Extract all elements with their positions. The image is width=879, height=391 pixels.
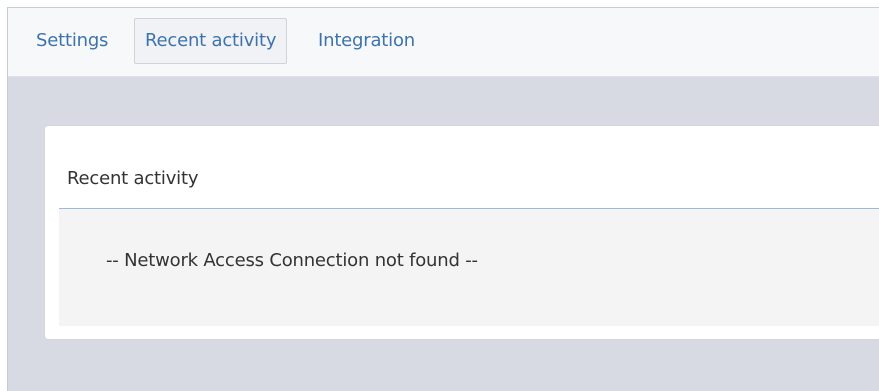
recent-activity-panel: Recent activity -- Network Access Connec… xyxy=(44,125,879,340)
tab-recent-activity[interactable]: Recent activity xyxy=(134,18,288,64)
empty-state-message: -- Network Access Connection not found -… xyxy=(106,250,478,271)
tab-settings[interactable]: Settings xyxy=(36,18,108,64)
panel-title: Recent activity xyxy=(67,168,199,189)
content-frame: Settings Recent activity Integration Rec… xyxy=(7,7,879,391)
tab-integration[interactable]: Integration xyxy=(318,18,415,64)
panel-body: -- Network Access Connection not found -… xyxy=(59,209,879,326)
tab-bar: Settings Recent activity Integration xyxy=(8,8,879,77)
